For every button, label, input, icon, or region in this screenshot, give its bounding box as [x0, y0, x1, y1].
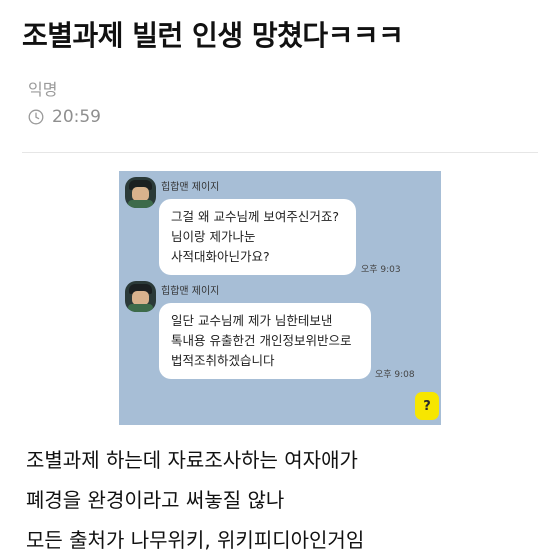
body-paragraph: 조별과제 하는데 자료조사하는 여자애가 [26, 448, 358, 472]
chat-sender: 힙합맨 제이지 [161, 182, 220, 193]
chat-bubble-line: 톡내용 유출한건 개인정보위반으로 [171, 333, 352, 348]
chat-bubble: 일단 교수님께 제가 님한테보낸 톡내용 유출한건 개인정보위반으로 법적조취하… [159, 303, 371, 379]
post-body: 조별과제 하는데 자료조사하는 여자애가 폐경을 완경이라고 써놓질 않나 모든… [26, 440, 546, 560]
chat-sender: 힙합맨 제이지 [161, 286, 220, 297]
post-title: 조별과제 빌런 인생 망쳤다ㅋㅋㅋ [22, 19, 404, 52]
chat-bubble-line: 사적대화아닌가요? [171, 249, 270, 264]
help-button[interactable]: ? [415, 392, 439, 420]
chat-bubble-line: 법적조취하겠습니다 [171, 353, 275, 368]
chat-bubble-line: 그걸 왜 교수님께 보여주신거죠? [171, 209, 340, 224]
avatar [125, 177, 156, 208]
post-time: 20:59 [28, 106, 101, 128]
post-time-text: 20:59 [52, 107, 101, 127]
chat-timestamp: 오후 9:03 [361, 265, 401, 275]
clock-icon [28, 109, 44, 125]
avatar [125, 281, 156, 312]
divider [22, 152, 538, 153]
body-paragraph: 모든 출처가 나무위키, 위키피디아인거임 [26, 528, 365, 552]
chat-bubble-line: 님이랑 제가나눈 [171, 229, 256, 244]
chat-timestamp: 오후 9:08 [375, 370, 415, 380]
chat-bubble-line: 일단 교수님께 제가 님한테보낸 [171, 313, 333, 328]
body-paragraph: 폐경을 완경이라고 써놓질 않나 [26, 488, 285, 512]
chat-bubble: 그걸 왜 교수님께 보여주신거죠? 님이랑 제가나눈 사적대화아닌가요? [159, 199, 356, 275]
chat-screenshot: 힙합맨 제이지 그걸 왜 교수님께 보여주신거죠? 님이랑 제가나눈 사적대화아… [119, 171, 441, 425]
author-name: 익명 [28, 80, 58, 99]
